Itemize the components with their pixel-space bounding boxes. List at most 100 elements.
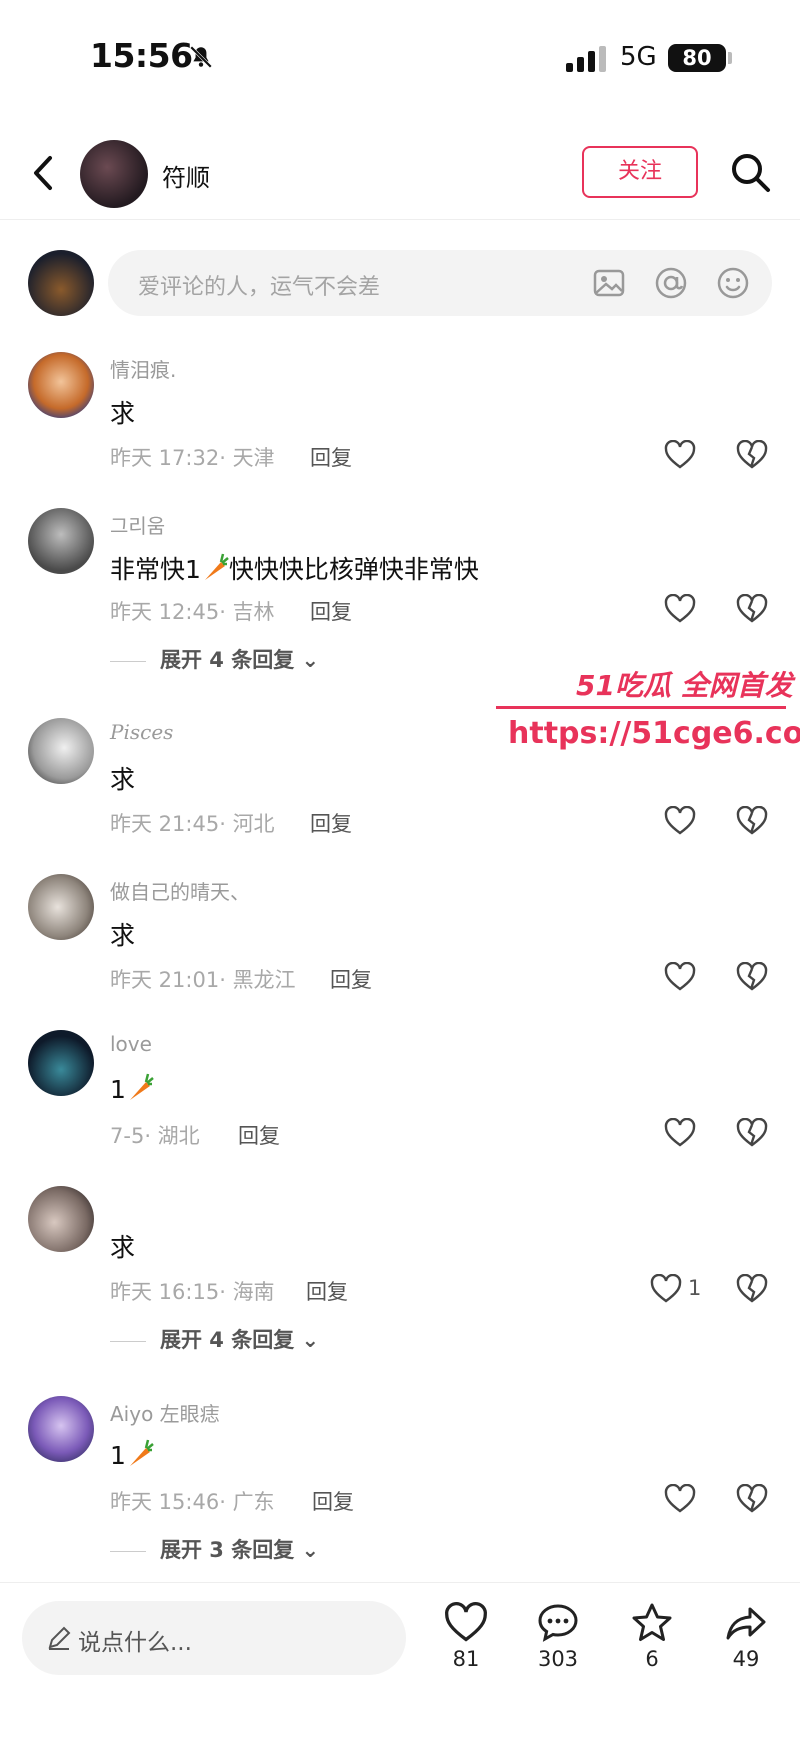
commenter-name[interactable]: love (110, 1032, 152, 1056)
author-avatar[interactable] (80, 140, 148, 208)
pencil-icon (48, 1626, 71, 1650)
comment-text-part: 1 (110, 1075, 126, 1104)
comment-time: 昨天 16:15 (110, 1280, 220, 1304)
comment-item: Aiyo 左眼痣 1 昨天 15:46· 广东 回复 展开 3 条回复 ⌄ (0, 1396, 800, 1566)
commenter-avatar[interactable] (28, 718, 94, 784)
reply-button[interactable]: 回复 (306, 1276, 348, 1306)
bottom-action-bar: 说点什么... 81 303 6 49 (0, 1582, 800, 1738)
watermark-url: https://51cge6.com (508, 716, 800, 751)
bell-muted-icon (190, 46, 212, 68)
commenter-name[interactable]: Pisces (110, 720, 173, 744)
expand-replies-button[interactable]: 展开 3 条回复 ⌄ (110, 1534, 319, 1564)
comment-meta: 昨天 16:15· 海南 (110, 1280, 275, 1304)
broken-heart-icon[interactable] (736, 1274, 768, 1304)
heart-icon[interactable] (664, 806, 696, 836)
commenter-avatar[interactable] (28, 352, 94, 418)
comment-location: 吉林 (232, 600, 275, 624)
heart-icon[interactable] (664, 962, 696, 992)
reply-button[interactable]: 回复 (310, 596, 352, 626)
follow-button[interactable]: 关注 (582, 146, 698, 198)
commenter-avatar[interactable] (28, 1186, 94, 1252)
carrot-icon (129, 1073, 154, 1100)
broken-heart-icon[interactable] (736, 594, 768, 624)
comment-text-part: 非常快1 (110, 555, 201, 584)
expand-divider (110, 660, 146, 662)
like-action[interactable]: 81 (426, 1601, 506, 1671)
comment-icon (538, 1604, 578, 1642)
watermark-divider (496, 706, 786, 709)
comment-text-part: 1 (110, 1441, 126, 1470)
expand-label: 展开 4 条回复 (160, 648, 295, 672)
commenter-avatar[interactable] (28, 1396, 94, 1462)
image-icon[interactable] (592, 266, 626, 300)
carrot-icon (204, 553, 229, 580)
say-something-input[interactable]: 说点什么... (22, 1601, 406, 1675)
broken-heart-icon[interactable] (736, 962, 768, 992)
expand-replies-button[interactable]: 展开 4 条回复 ⌄ (110, 1324, 319, 1354)
like-total: 81 (452, 1647, 480, 1671)
author-name[interactable]: 符顺 (162, 158, 210, 193)
commenter-avatar[interactable] (28, 874, 94, 940)
heart-icon[interactable] (664, 1118, 696, 1148)
commenter-name[interactable]: 做自己的晴天、 (110, 876, 250, 905)
status-bar: 15:56 5G 80 (0, 0, 800, 120)
favorite-action[interactable]: 6 (612, 1601, 692, 1671)
comment-input[interactable]: 爱评论的人，运气不会差 (108, 250, 772, 316)
share-icon (726, 1607, 766, 1640)
network-type: 5G (620, 42, 657, 72)
commenter-name[interactable]: Aiyo 左眼痣 (110, 1398, 220, 1427)
comment-item: 求 昨天 16:15· 海南 回复 1 展开 4 条回复 ⌄ (0, 1186, 800, 1366)
share-action[interactable]: 49 (706, 1601, 786, 1671)
comment-item: 做自己的晴天、 求 昨天 21:01· 黑龙江 回复 (0, 874, 800, 994)
heart-icon[interactable] (664, 594, 696, 624)
comment-location: 广东 (232, 1490, 275, 1514)
reply-button[interactable]: 回复 (238, 1120, 280, 1150)
comment-meta: 昨天 21:45· 河北 (110, 812, 275, 836)
comment-meta: 昨天 17:32· 天津 (110, 446, 275, 470)
comment-input-placeholder: 爱评论的人，运气不会差 (138, 275, 381, 300)
watermark-brand: 51吃瓜 全网首发 (576, 669, 793, 702)
reply-button[interactable]: 回复 (310, 808, 352, 838)
comment-total: 303 (537, 1647, 579, 1671)
expand-label: 展开 3 条回复 (160, 1538, 295, 1562)
heart-icon[interactable] (664, 440, 696, 470)
comment-text: 非常快1 快快快比核弹快非常快 (110, 550, 479, 586)
comment-text: 1 (110, 1438, 154, 1470)
comment-location: 天津 (232, 446, 275, 470)
at-icon[interactable] (654, 266, 688, 300)
watermark-overlay: 51吃瓜 全网首发 https://51cge6.com (496, 664, 800, 764)
battery-indicator: 80 (668, 44, 726, 72)
commenter-avatar[interactable] (28, 508, 94, 574)
broken-heart-icon[interactable] (736, 1484, 768, 1514)
comment-time: 昨天 12:45 (110, 600, 220, 624)
heart-icon[interactable] (650, 1274, 682, 1304)
broken-heart-icon[interactable] (736, 440, 768, 470)
top-header: 符顺 关注 (0, 130, 800, 220)
comment-location: 海南 (232, 1280, 275, 1304)
my-avatar (28, 250, 94, 316)
comment-text: 求 (110, 399, 136, 428)
reply-button[interactable]: 回复 (312, 1486, 354, 1516)
broken-heart-icon[interactable] (736, 806, 768, 836)
signal-icon (566, 46, 606, 72)
commenter-name[interactable]: 情泪痕. (110, 354, 176, 383)
share-total: 49 (732, 1647, 760, 1671)
comment-location: 湖北 (157, 1124, 200, 1148)
favorite-total: 6 (645, 1647, 659, 1671)
reply-button[interactable]: 回复 (330, 964, 372, 994)
emoji-icon[interactable] (716, 266, 750, 300)
comment-text: 1 (110, 1072, 154, 1104)
comment-text-part: 快快快比核弹快非常快 (228, 555, 479, 584)
broken-heart-icon[interactable] (736, 1118, 768, 1148)
comment-text: 求 (110, 1233, 136, 1262)
commenter-avatar[interactable] (28, 1030, 94, 1096)
comment-action[interactable]: 303 (518, 1601, 598, 1671)
reply-button[interactable]: 回复 (310, 442, 352, 472)
heart-icon[interactable] (664, 1484, 696, 1514)
comment-item: 그리움 非常快1 快快快比核弹快非常快 昨天 12:45· 吉林 回复 展开 4 … (0, 508, 800, 688)
comment-meta: 昨天 21:01· 黑龙江 (110, 968, 296, 992)
commenter-name[interactable]: 그리움 (110, 510, 165, 539)
expand-replies-button[interactable]: 展开 4 条回复 ⌄ (110, 644, 319, 674)
search-icon[interactable] (728, 150, 772, 194)
back-icon[interactable] (26, 148, 60, 198)
